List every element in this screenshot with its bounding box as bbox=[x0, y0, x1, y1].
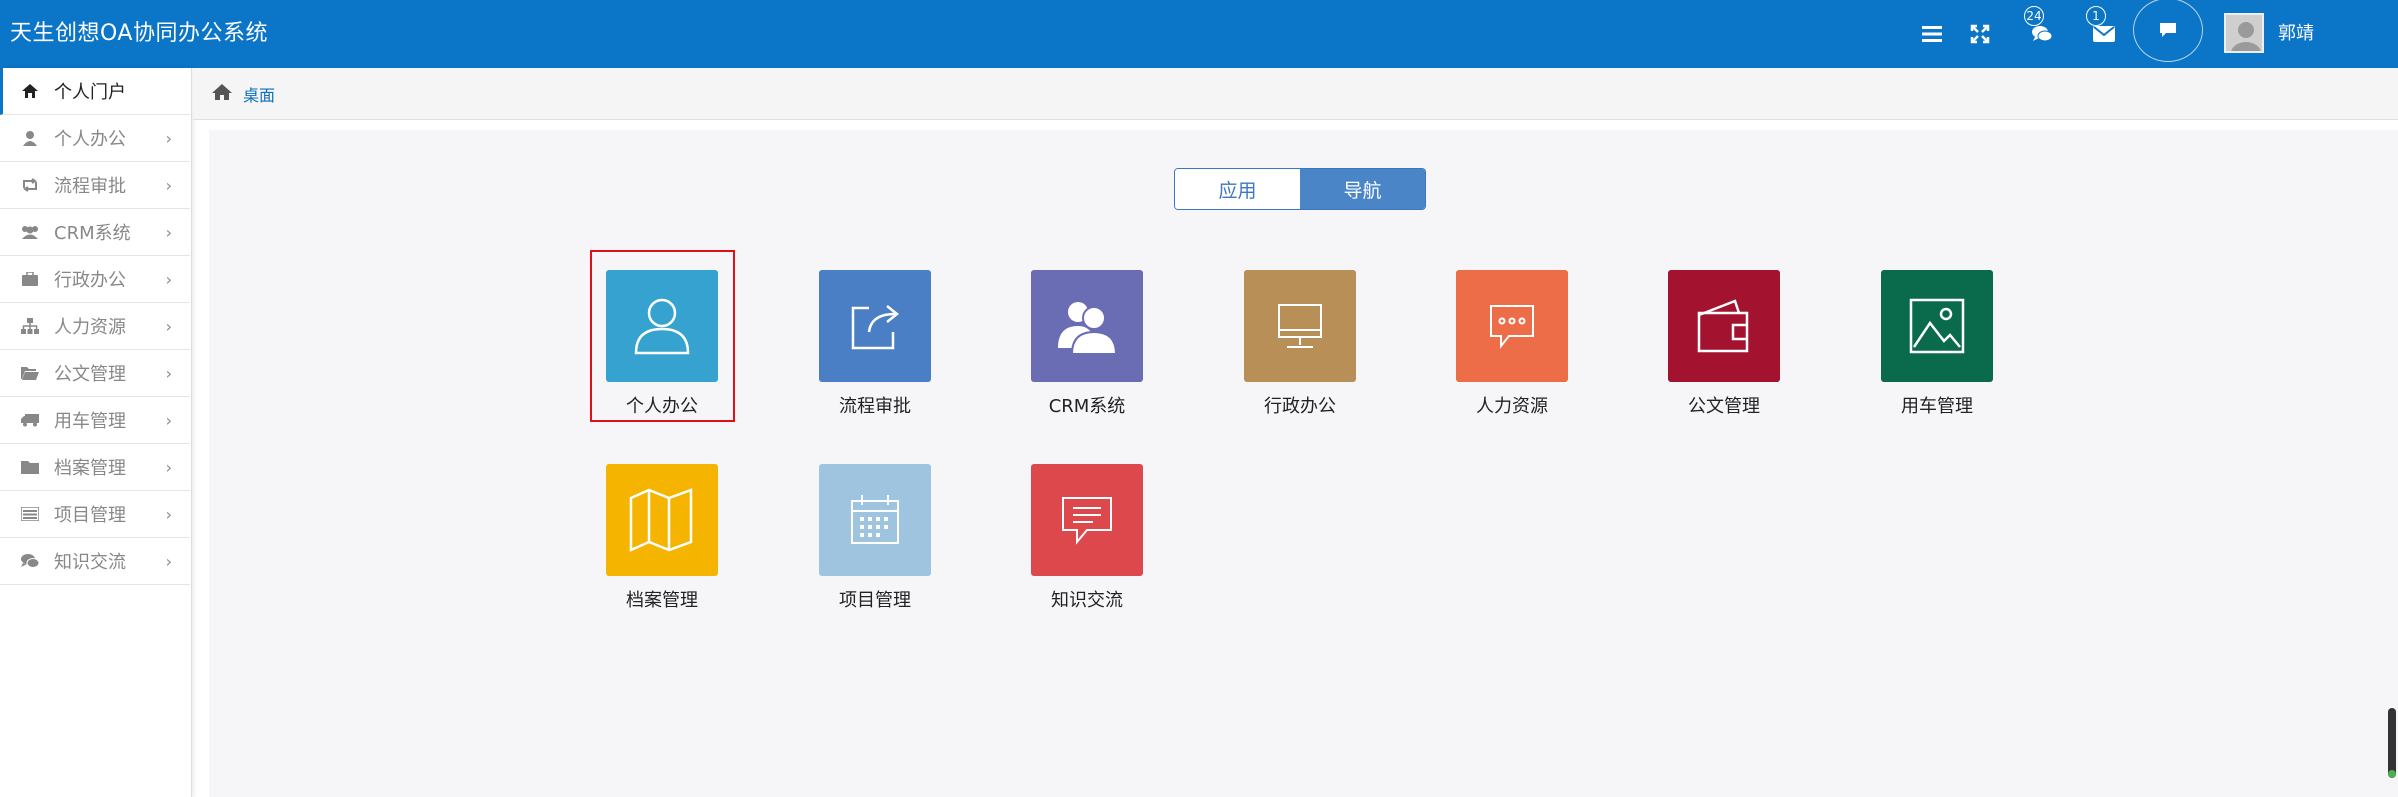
list-icon bbox=[20, 504, 40, 524]
sidebar-item-projects[interactable]: 项目管理 › bbox=[0, 491, 190, 538]
tile-label: 项目管理 bbox=[839, 590, 911, 611]
tile-label: CRM系统 bbox=[1048, 396, 1126, 417]
tile-label: 用车管理 bbox=[1901, 396, 1973, 417]
chevron-right-icon: › bbox=[165, 129, 172, 148]
sitemap-icon bbox=[20, 316, 40, 336]
sidebar-item-archives[interactable]: 档案管理 › bbox=[0, 444, 190, 491]
chevron-right-icon: › bbox=[165, 458, 172, 477]
tile-label: 档案管理 bbox=[626, 590, 698, 611]
sidebar-item-label: 个人办公 bbox=[54, 129, 126, 150]
tab-apps[interactable]: 应用 bbox=[1175, 169, 1300, 209]
tile-label: 行政办公 bbox=[1264, 396, 1336, 417]
mail-badge: 1 bbox=[2086, 6, 2106, 26]
tile-label: 公文管理 bbox=[1688, 396, 1760, 417]
tile-documents[interactable] bbox=[1668, 270, 1780, 382]
folder-icon bbox=[20, 457, 40, 477]
tile-hr[interactable] bbox=[1456, 270, 1568, 382]
username[interactable]: 郭靖 bbox=[2278, 22, 2314, 46]
sidebar-item-label: 用车管理 bbox=[54, 411, 126, 432]
sidebar-item-label: 知识交流 bbox=[54, 552, 126, 573]
user-outline-icon bbox=[634, 298, 690, 355]
sidebar-item-vehicles[interactable]: 用车管理 › bbox=[0, 397, 190, 444]
sidebar-item-workflow[interactable]: 流程审批 › bbox=[0, 162, 190, 209]
chat-icon bbox=[2160, 23, 2176, 37]
sidebar-item-portal[interactable]: 个人门户 bbox=[0, 68, 190, 115]
avatar[interactable] bbox=[2224, 13, 2264, 53]
monitor-icon bbox=[1278, 304, 1322, 348]
tile-vehicles[interactable] bbox=[1881, 270, 1993, 382]
sidebar-item-label: 流程审批 bbox=[54, 176, 126, 197]
tile-workflow[interactable] bbox=[819, 270, 931, 382]
chevron-right-icon: › bbox=[165, 176, 172, 195]
envelope-icon[interactable]: 1 bbox=[2086, 6, 2122, 52]
truck-icon bbox=[20, 410, 40, 430]
calendar-icon bbox=[851, 495, 899, 544]
comments-icon bbox=[20, 551, 40, 571]
sidebar-item-label: 行政办公 bbox=[54, 270, 126, 291]
scrollbar[interactable] bbox=[2388, 708, 2396, 778]
folder-open-icon bbox=[20, 363, 40, 383]
sidebar-item-documents[interactable]: 公文管理 › bbox=[0, 350, 190, 397]
chevron-right-icon: › bbox=[165, 270, 172, 289]
comments-icon[interactable]: 24 bbox=[2024, 6, 2060, 52]
chevron-right-icon: › bbox=[165, 552, 172, 571]
tile-personal-office[interactable] bbox=[606, 270, 718, 382]
tile-label: 个人办公 bbox=[626, 396, 698, 417]
tile-label: 知识交流 bbox=[1051, 590, 1123, 611]
scroll-indicator bbox=[2388, 770, 2396, 778]
top-header: 天生创想OA协同办公系统 24 1 郭靖 bbox=[0, 0, 2398, 68]
sidebar: 个人门户 个人办公 › 流程审批 › CRM系统 › 行政办公 › 人力资源 ›… bbox=[0, 68, 192, 797]
main-content bbox=[209, 130, 2398, 797]
tile-label: 流程审批 bbox=[839, 396, 911, 417]
tile-admin-office[interactable] bbox=[1244, 270, 1356, 382]
tab-navigation[interactable]: 导航 bbox=[1300, 169, 1425, 209]
app-title: 天生创想OA协同办公系统 bbox=[10, 21, 268, 46]
tile-archives[interactable] bbox=[606, 464, 718, 576]
view-toggle: 应用 导航 bbox=[1174, 168, 1426, 210]
home-icon bbox=[20, 81, 40, 101]
sidebar-item-label: CRM系统 bbox=[54, 223, 131, 244]
chevron-right-icon: › bbox=[165, 223, 172, 242]
sidebar-item-label: 项目管理 bbox=[54, 505, 126, 526]
message-icon bbox=[1490, 305, 1534, 349]
users-icon bbox=[20, 222, 40, 242]
sidebar-item-knowledge[interactable]: 知识交流 › bbox=[0, 538, 190, 585]
picture-icon bbox=[1909, 298, 1965, 354]
home-icon[interactable] bbox=[211, 83, 233, 105]
sidebar-item-label: 人力资源 bbox=[54, 317, 126, 338]
sidebar-item-personal-office[interactable]: 个人办公 › bbox=[0, 115, 190, 162]
note-icon bbox=[1062, 497, 1112, 545]
chat-badge: 24 bbox=[2024, 6, 2044, 26]
chevron-right-icon: › bbox=[165, 505, 172, 524]
people-icon bbox=[1058, 302, 1118, 354]
menu-icon[interactable] bbox=[1914, 16, 1950, 52]
retweet-icon bbox=[20, 175, 40, 195]
sidebar-item-label: 档案管理 bbox=[54, 458, 126, 479]
briefcase-icon bbox=[20, 269, 40, 289]
sidebar-item-hr[interactable]: 人力资源 › bbox=[0, 303, 190, 350]
tile-projects[interactable] bbox=[819, 464, 931, 576]
sidebar-item-label: 个人门户 bbox=[54, 82, 126, 103]
user-icon bbox=[20, 128, 40, 148]
chat-button[interactable] bbox=[2133, 0, 2203, 62]
chevron-right-icon: › bbox=[165, 411, 172, 430]
chevron-right-icon: › bbox=[165, 364, 172, 383]
sidebar-item-label: 公文管理 bbox=[54, 364, 126, 385]
fullscreen-icon[interactable] bbox=[1962, 16, 1998, 52]
tile-label: 人力资源 bbox=[1476, 396, 1548, 417]
breadcrumb-desktop[interactable]: 桌面 bbox=[243, 82, 275, 106]
tile-crm[interactable] bbox=[1031, 270, 1143, 382]
tile-knowledge[interactable] bbox=[1031, 464, 1143, 576]
breadcrumb: 桌面 bbox=[193, 68, 2398, 120]
map-icon bbox=[629, 488, 693, 552]
sidebar-item-crm[interactable]: CRM系统 › bbox=[0, 209, 190, 256]
sidebar-item-admin-office[interactable]: 行政办公 › bbox=[0, 256, 190, 303]
share-box-icon bbox=[851, 305, 900, 350]
chevron-right-icon: › bbox=[165, 317, 172, 336]
wallet-icon bbox=[1697, 299, 1749, 353]
